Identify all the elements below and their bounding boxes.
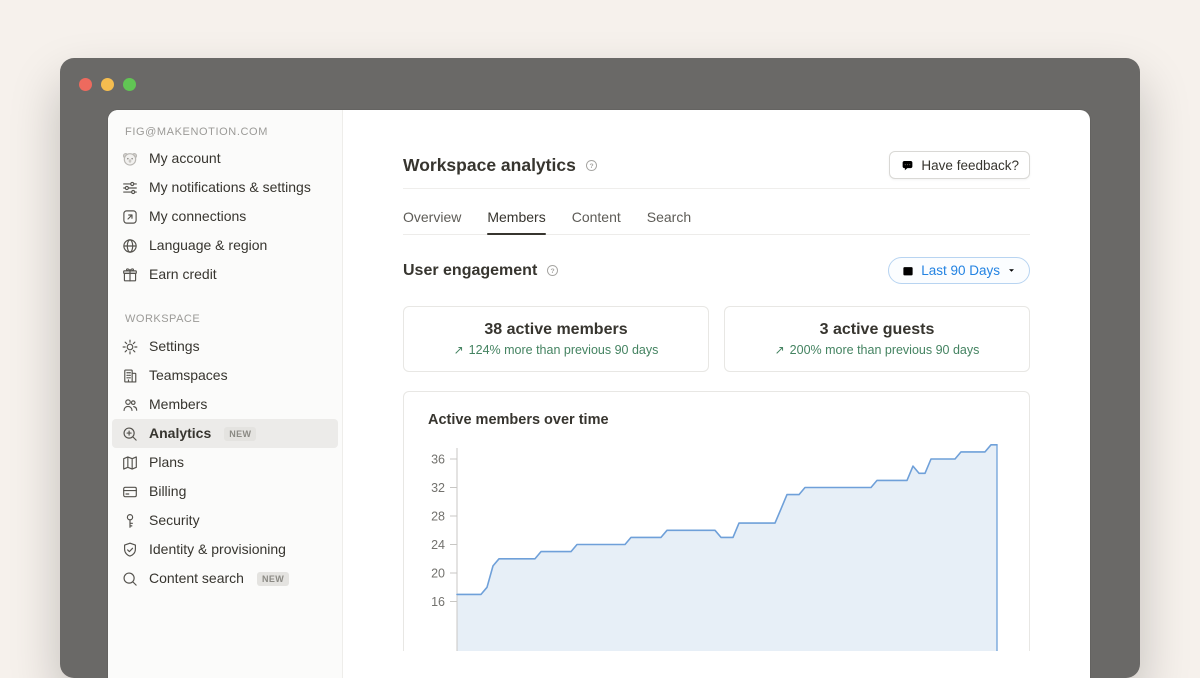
tab-members[interactable]: Members: [487, 209, 545, 234]
date-range-filter[interactable]: Last 90 Days: [888, 257, 1030, 284]
section-title: User engagement: [403, 262, 537, 280]
have-feedback-label: Have feedback?: [921, 158, 1019, 173]
sidebar-item-label: Language & region: [149, 235, 267, 256]
sidebar-item-label: Teamspaces: [149, 365, 228, 386]
sidebar-item-my-notifications-settings[interactable]: My notifications & settings: [112, 173, 338, 202]
app-window: FIG@MAKENOTION.COM My account My notific…: [60, 58, 1140, 678]
sidebar-item-my-account[interactable]: My account: [112, 144, 338, 173]
building-icon: [121, 367, 139, 385]
chart-title: Active members over time: [428, 412, 1029, 428]
sidebar-item-label: Members: [149, 394, 207, 415]
help-icon[interactable]: [545, 263, 560, 278]
svg-text:24: 24: [431, 538, 445, 552]
stat-card-title: 3 active guests: [820, 321, 935, 339]
sidebar-item-members[interactable]: Members: [112, 390, 338, 419]
stat-cards-row: 38 active members ↗ 124% more than previ…: [403, 306, 1030, 372]
new-badge: NEW: [224, 427, 256, 441]
svg-text:20: 20: [431, 567, 445, 581]
stat-card-subtitle: 124% more than previous 90 days: [469, 343, 659, 357]
traffic-light-minimize-button[interactable]: [101, 78, 114, 91]
sidebar-item-label: Analytics: [149, 423, 211, 444]
svg-text:28: 28: [431, 510, 445, 524]
map-icon: [121, 454, 139, 472]
window-titlebar: [60, 58, 1140, 110]
workspace-section-label: WORKSPACE: [108, 289, 342, 332]
calendar-icon: [901, 264, 915, 278]
people-icon: [121, 396, 139, 414]
sidebar-item-billing[interactable]: Billing: [112, 477, 338, 506]
sidebar-item-label: My connections: [149, 206, 246, 227]
new-badge: NEW: [257, 572, 289, 586]
sidebar-item-label: My account: [149, 148, 221, 169]
date-range-label: Last 90 Days: [921, 263, 1000, 278]
stat-card-3-active-guests: 3 active guests ↗ 200% more than previou…: [724, 306, 1030, 372]
sidebar-item-security[interactable]: Security: [112, 506, 338, 535]
have-feedback-button[interactable]: Have feedback?: [889, 151, 1030, 179]
sidebar-item-plans[interactable]: Plans: [112, 448, 338, 477]
sidebar-item-label: Security: [149, 510, 200, 531]
page-header: Workspace analytics Have feedback?: [403, 151, 1030, 179]
sidebar-item-label: Content search: [149, 568, 244, 589]
main-content: Workspace analytics Have feedback? Overv…: [343, 110, 1090, 678]
tab-search[interactable]: Search: [647, 209, 691, 234]
help-icon[interactable]: [584, 158, 599, 173]
sidebar-item-teamspaces[interactable]: Teamspaces: [112, 361, 338, 390]
traffic-light-close-button[interactable]: [79, 78, 92, 91]
sidebar-item-language-region[interactable]: Language & region: [112, 231, 338, 260]
user-engagement-header: User engagement Last 90 Days: [403, 257, 1030, 284]
avatar-icon: [121, 150, 139, 168]
active-members-chart-card: Active members over time 16 20 24 28 32 36: [403, 391, 1030, 651]
analytics-tabs: Overview Members Content Search: [403, 209, 1030, 235]
sidebar-item-label: My notifications & settings: [149, 177, 311, 198]
globe-icon: [121, 237, 139, 255]
sidebar-item-label: Earn credit: [149, 264, 217, 285]
sidebar-item-content-search[interactable]: Content search NEW: [112, 564, 338, 593]
svg-text:32: 32: [431, 481, 445, 495]
tab-overview[interactable]: Overview: [403, 209, 461, 234]
gear-icon: [121, 338, 139, 356]
sidebar-item-label: Settings: [149, 336, 200, 357]
zoom-plus-icon: [121, 425, 139, 443]
shield-check-icon: [121, 541, 139, 559]
sidebar-item-identity-provisioning[interactable]: Identity & provisioning: [112, 535, 338, 564]
sidebar-item-earn-credit[interactable]: Earn credit: [112, 260, 338, 289]
stat-card-38-active-members: 38 active members ↗ 124% more than previ…: [403, 306, 709, 372]
credit-card-icon: [121, 483, 139, 501]
active-members-area-chart: 16 20 24 28 32 36: [428, 440, 1018, 651]
sidebar-item-label: Billing: [149, 481, 186, 502]
trend-up-icon: ↗: [454, 344, 464, 356]
account-email: FIG@MAKENOTION.COM: [108, 124, 342, 144]
workspace-nav: Settings Teamspaces Members Analytics NE…: [108, 332, 342, 593]
account-nav: My account My notifications & settings M…: [108, 144, 342, 289]
chevron-down-icon: [1006, 265, 1017, 276]
svg-text:36: 36: [431, 453, 445, 467]
stat-card-title: 38 active members: [484, 321, 627, 339]
key-icon: [121, 512, 139, 530]
feedback-bubble-icon: [900, 158, 915, 173]
tab-content[interactable]: Content: [572, 209, 621, 234]
stat-card-subtitle: 200% more than previous 90 days: [790, 343, 980, 357]
sliders-icon: [121, 179, 139, 197]
sidebar-item-label: Identity & provisioning: [149, 539, 286, 560]
arrow-box-icon: [121, 208, 139, 226]
sidebar-item-my-connections[interactable]: My connections: [112, 202, 338, 231]
gift-icon: [121, 266, 139, 284]
trend-up-icon: ↗: [775, 344, 785, 356]
settings-panel: FIG@MAKENOTION.COM My account My notific…: [108, 110, 1090, 678]
search-icon: [121, 570, 139, 588]
sidebar-item-analytics[interactable]: Analytics NEW: [112, 419, 338, 448]
svg-text:16: 16: [431, 595, 445, 609]
traffic-light-zoom-button[interactable]: [123, 78, 136, 91]
sidebar-item-settings[interactable]: Settings: [112, 332, 338, 361]
sidebar-item-label: Plans: [149, 452, 184, 473]
page-title: Workspace analytics: [403, 155, 576, 176]
header-divider: [403, 188, 1030, 189]
sidebar: FIG@MAKENOTION.COM My account My notific…: [108, 110, 343, 678]
